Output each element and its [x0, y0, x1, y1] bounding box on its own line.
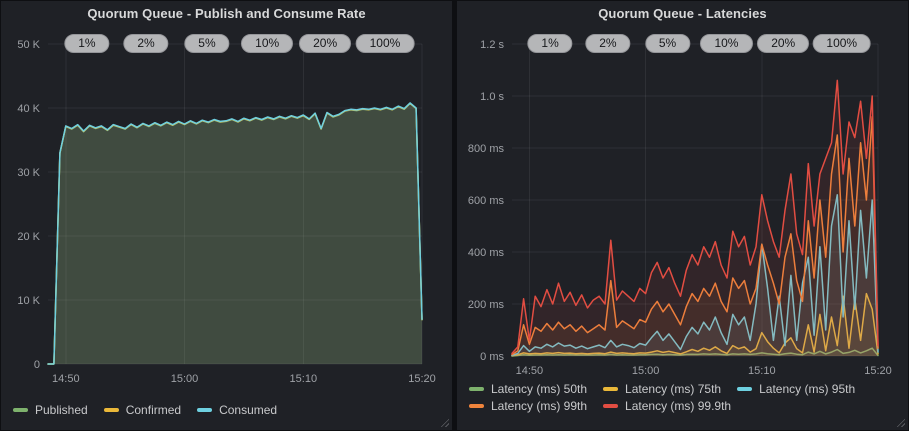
- legend-label: Latency (ms) 50th: [491, 382, 587, 396]
- rate-legend: Published Confirmed Consumed: [13, 403, 443, 417]
- legend-item[interactable]: Latency (ms) 95th: [737, 382, 855, 396]
- legend-item[interactable]: Published: [13, 403, 88, 417]
- svg-text:0: 0: [34, 359, 40, 371]
- legend-item[interactable]: Latency (ms) 99th: [469, 399, 587, 413]
- annotation-pill[interactable]: 20%: [757, 34, 809, 53]
- svg-text:800 ms: 800 ms: [468, 143, 505, 155]
- svg-text:20 K: 20 K: [17, 231, 40, 243]
- svg-text:50 K: 50 K: [17, 39, 40, 51]
- svg-text:400 ms: 400 ms: [468, 247, 505, 259]
- svg-text:15:00: 15:00: [171, 373, 199, 385]
- annotation-pill[interactable]: 100%: [356, 34, 415, 53]
- legend-item[interactable]: Confirmed: [104, 403, 181, 417]
- annotation-pill[interactable]: 1%: [64, 34, 109, 53]
- svg-text:1.0 s: 1.0 s: [480, 91, 504, 103]
- annotation-pill[interactable]: 2%: [585, 34, 630, 53]
- annotation-pill[interactable]: 5%: [184, 34, 229, 53]
- legend-label: Published: [35, 403, 88, 417]
- rate-chart-svg: 50 K 40 K 30 K 20 K 10 K 0 14:50 15:00 15:10 15:2…: [1, 1, 452, 430]
- annotation-pill[interactable]: 100%: [812, 34, 871, 53]
- panel-latencies: Quorum Queue - Latencies 1.2 s1.0 s800 m…: [457, 1, 908, 430]
- legend-label: Latency (ms) 95th: [759, 382, 855, 396]
- legend-swatch: [13, 408, 28, 412]
- legend-swatch: [469, 387, 484, 391]
- latency-chart-svg: 1.2 s 1.0 s 800 ms 600 ms 400 ms 200 ms 0 ms 14…: [457, 1, 908, 430]
- svg-text:40 K: 40 K: [17, 103, 40, 115]
- legend-item[interactable]: Latency (ms) 75th: [603, 382, 721, 396]
- legend-label: Latency (ms) 99.9th: [625, 399, 731, 413]
- svg-text:14:50: 14:50: [52, 373, 80, 385]
- svg-text:15:00: 15:00: [632, 365, 660, 377]
- legend-label: Latency (ms) 75th: [625, 382, 721, 396]
- svg-text:200 ms: 200 ms: [468, 299, 505, 311]
- legend-swatch: [197, 408, 212, 412]
- svg-text:0 ms: 0 ms: [480, 351, 504, 363]
- legend-item[interactable]: Consumed: [197, 403, 277, 417]
- legend-swatch: [469, 404, 484, 408]
- legend-swatch: [603, 404, 618, 408]
- svg-text:600 ms: 600 ms: [468, 195, 505, 207]
- svg-text:10 K: 10 K: [17, 295, 40, 307]
- legend-item[interactable]: Latency (ms) 99.9th: [603, 399, 731, 413]
- svg-text:15:10: 15:10: [290, 373, 318, 385]
- svg-text:15:10: 15:10: [748, 365, 776, 377]
- annotation-pill[interactable]: 5%: [645, 34, 690, 53]
- annotation-pill[interactable]: 1%: [527, 34, 572, 53]
- legend-item[interactable]: Latency (ms) 50th: [469, 382, 587, 396]
- annotation-pill[interactable]: 2%: [123, 34, 168, 53]
- svg-text:15:20: 15:20: [864, 365, 892, 377]
- annotation-pill[interactable]: 10%: [241, 34, 293, 53]
- latency-chart-plot[interactable]: 1.2 s 1.0 s 800 ms 600 ms 400 ms 200 ms 0 ms 14…: [457, 1, 908, 430]
- legend-label: Confirmed: [126, 403, 181, 417]
- legend-swatch: [737, 387, 752, 391]
- svg-text:1.2 s: 1.2 s: [480, 39, 504, 51]
- svg-text:30 K: 30 K: [17, 167, 40, 179]
- rate-chart-plot[interactable]: 50 K 40 K 30 K 20 K 10 K 0 14:50 15:00 15:10 15:2…: [1, 1, 452, 430]
- legend-label: Latency (ms) 99th: [491, 399, 587, 413]
- legend-label: Consumed: [219, 403, 277, 417]
- svg-text:15:20: 15:20: [408, 373, 436, 385]
- latency-legend: Latency (ms) 50th Latency (ms) 75th Latenc…: [469, 382, 905, 413]
- annotation-pill[interactable]: 10%: [700, 34, 752, 53]
- panel-publish-consume-rate: Quorum Queue - Publish and Consume Rate …: [1, 1, 452, 430]
- legend-swatch: [603, 387, 618, 391]
- legend-swatch: [104, 408, 119, 412]
- annotation-pill[interactable]: 20%: [299, 34, 351, 53]
- svg-text:14:50: 14:50: [516, 365, 544, 377]
